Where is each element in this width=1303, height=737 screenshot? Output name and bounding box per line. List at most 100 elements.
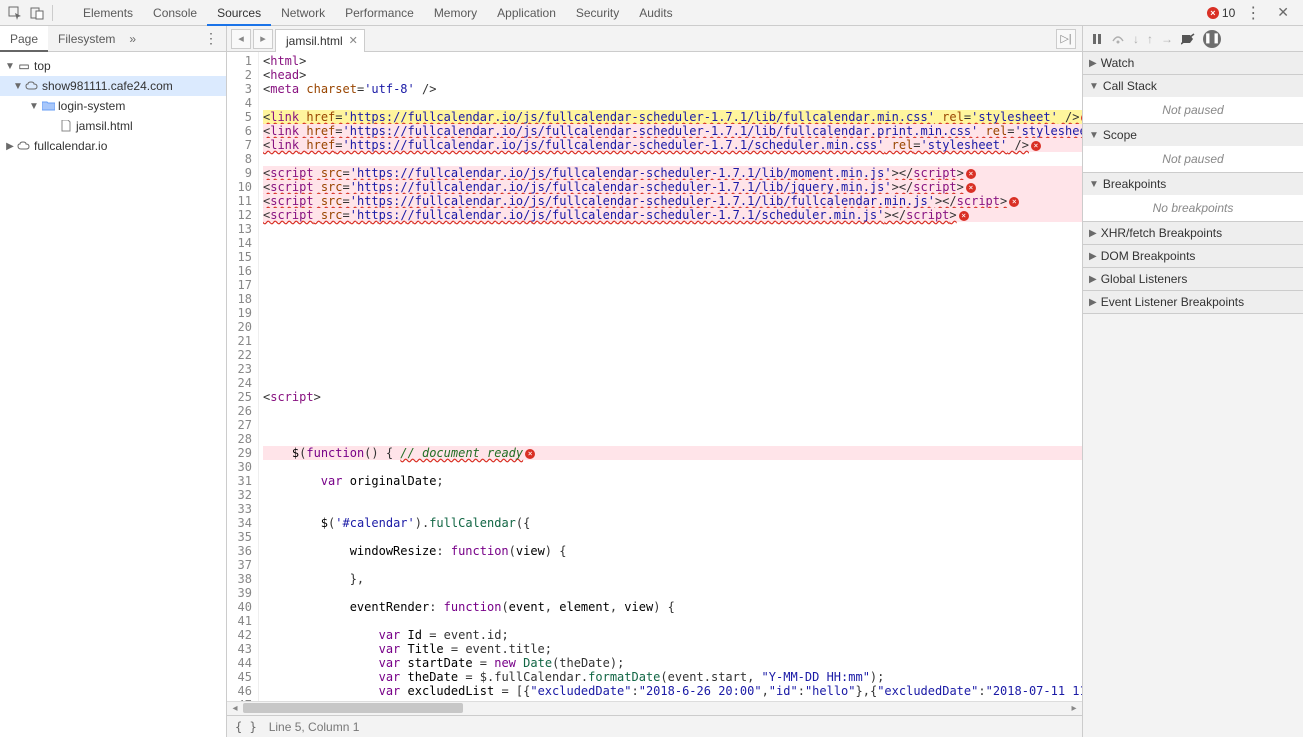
pretty-print-icon[interactable]: { }: [235, 720, 257, 734]
code-area[interactable]: <html><head><meta charset='utf-8' /> <li…: [259, 52, 1082, 701]
tab-elements[interactable]: Elements: [73, 0, 143, 26]
code-line[interactable]: [263, 96, 1082, 110]
code-line[interactable]: var startDate = new Date(theDate);: [263, 656, 1082, 670]
navigator-pane: Page Filesystem » ⋮ ▼▭top ▼show981111.ca…: [0, 26, 227, 737]
code-line[interactable]: [263, 530, 1082, 544]
code-line[interactable]: [263, 236, 1082, 250]
code-line[interactable]: [263, 558, 1082, 572]
error-count-badge[interactable]: × 10: [1207, 6, 1235, 20]
code-line[interactable]: [263, 502, 1082, 516]
tree-domain2[interactable]: ▶fullcalendar.io: [0, 136, 226, 156]
code-line[interactable]: [263, 334, 1082, 348]
file-tabs: ◂ ▸ jamsil.html ✕ ▷|: [227, 26, 1082, 52]
code-editor[interactable]: 1234567891011121314151617181920212223242…: [227, 52, 1082, 701]
run-snippet-icon[interactable]: ▷|: [1056, 29, 1076, 49]
tab-console[interactable]: Console: [143, 0, 207, 26]
code-line[interactable]: [263, 250, 1082, 264]
main-tabs: Elements Console Sources Network Perform…: [73, 0, 683, 26]
code-line[interactable]: [263, 320, 1082, 334]
file-tab-label: jamsil.html: [286, 34, 343, 48]
code-line[interactable]: [263, 264, 1082, 278]
code-line[interactable]: },: [263, 572, 1082, 586]
navigator-menu-icon[interactable]: ⋮: [196, 30, 226, 47]
tree-file[interactable]: jamsil.html: [0, 116, 226, 136]
scroll-track[interactable]: [243, 702, 1066, 715]
code-line[interactable]: [263, 404, 1082, 418]
more-tabs-icon[interactable]: »: [129, 32, 136, 46]
code-line[interactable]: [263, 292, 1082, 306]
code-line[interactable]: [263, 432, 1082, 446]
panel-breakpoints: ▼Breakpoints No breakpoints: [1083, 173, 1303, 222]
code-line[interactable]: <script src='https://fullcalendar.io/js/…: [263, 180, 1082, 194]
code-line[interactable]: <link href='https://fullcalendar.io/js/f…: [263, 138, 1082, 152]
device-icon[interactable]: [26, 2, 48, 24]
step-icon[interactable]: →: [1161, 32, 1173, 46]
code-line[interactable]: [263, 698, 1082, 701]
tab-audits[interactable]: Audits: [629, 0, 682, 26]
code-line[interactable]: $('#calendar').fullCalendar({: [263, 516, 1082, 530]
step-into-icon[interactable]: ↓: [1133, 32, 1139, 46]
code-line[interactable]: var Id = event.id;: [263, 628, 1082, 642]
code-line[interactable]: [263, 460, 1082, 474]
code-line[interactable]: <html>: [263, 54, 1082, 68]
tab-security[interactable]: Security: [566, 0, 629, 26]
code-line[interactable]: <link href='https://fullcalendar.io/js/f…: [263, 124, 1082, 138]
code-line[interactable]: eventRender: function(event, element, vi…: [263, 600, 1082, 614]
tab-filesystem[interactable]: Filesystem: [48, 26, 125, 52]
tree-domain[interactable]: ▼show981111.cafe24.com: [0, 76, 226, 96]
tree-top[interactable]: ▼▭top: [0, 56, 226, 76]
code-line[interactable]: [263, 278, 1082, 292]
cursor-position: Line 5, Column 1: [269, 720, 360, 734]
code-line[interactable]: [263, 586, 1082, 600]
pause-icon[interactable]: [1091, 33, 1103, 45]
code-line[interactable]: <script>: [263, 390, 1082, 404]
debug-toolbar: ↓ ↑ → ❚❚: [1083, 26, 1303, 52]
settings-menu-icon[interactable]: ⋮: [1239, 3, 1267, 23]
code-line[interactable]: [263, 418, 1082, 432]
nav-fwd-icon[interactable]: ▸: [253, 29, 273, 49]
tab-memory[interactable]: Memory: [424, 0, 487, 26]
scroll-right-icon[interactable]: ▸: [1066, 702, 1082, 715]
horizontal-scrollbar[interactable]: ◂ ▸: [227, 701, 1082, 715]
step-out-icon[interactable]: ↑: [1147, 32, 1153, 46]
deactivate-bp-icon[interactable]: [1181, 33, 1195, 45]
code-line[interactable]: var originalDate;: [263, 474, 1082, 488]
debugger-pane: ↓ ↑ → ❚❚ ▶Watch ▼Call Stack Not paused ▼…: [1083, 26, 1303, 737]
code-line[interactable]: <script src='https://fullcalendar.io/js/…: [263, 194, 1082, 208]
window-icon: ▭: [16, 59, 32, 73]
code-line[interactable]: var excludedList = [{"excludedDate":"201…: [263, 684, 1082, 698]
tab-network[interactable]: Network: [271, 0, 335, 26]
code-line[interactable]: var Title = event.title;: [263, 642, 1082, 656]
code-line[interactable]: <meta charset='utf-8' />: [263, 82, 1082, 96]
file-tab[interactable]: jamsil.html ✕: [275, 29, 365, 52]
tree-folder[interactable]: ▼login-system: [0, 96, 226, 116]
code-line[interactable]: <link href='https://fullcalendar.io/js/f…: [263, 110, 1082, 124]
code-line[interactable]: [263, 306, 1082, 320]
code-line[interactable]: [263, 348, 1082, 362]
nav-back-icon[interactable]: ◂: [231, 29, 251, 49]
code-line[interactable]: [263, 376, 1082, 390]
step-over-icon[interactable]: [1111, 33, 1125, 45]
tab-sources[interactable]: Sources: [207, 0, 271, 26]
code-line[interactable]: [263, 614, 1082, 628]
tab-application[interactable]: Application: [487, 0, 566, 26]
code-line[interactable]: [263, 362, 1082, 376]
code-line[interactable]: <head>: [263, 68, 1082, 82]
devtools-toolbar: Elements Console Sources Network Perform…: [0, 0, 1303, 26]
close-tab-icon[interactable]: ✕: [349, 34, 358, 47]
code-line[interactable]: var theDate = $.fullCalendar.formatDate(…: [263, 670, 1082, 684]
tab-page[interactable]: Page: [0, 26, 48, 52]
close-icon[interactable]: ✕: [1271, 4, 1295, 21]
code-line[interactable]: windowResize: function(view) {: [263, 544, 1082, 558]
code-line[interactable]: [263, 152, 1082, 166]
code-line[interactable]: [263, 222, 1082, 236]
pause-exceptions-icon[interactable]: ❚❚: [1203, 30, 1221, 48]
code-line[interactable]: [263, 488, 1082, 502]
tab-performance[interactable]: Performance: [335, 0, 424, 26]
scroll-thumb[interactable]: [243, 703, 463, 713]
code-line[interactable]: <script src='https://fullcalendar.io/js/…: [263, 208, 1082, 222]
code-line[interactable]: <script src='https://fullcalendar.io/js/…: [263, 166, 1082, 180]
code-line[interactable]: $(function() { // document ready×: [263, 446, 1082, 460]
scroll-left-icon[interactable]: ◂: [227, 702, 243, 715]
inspect-icon[interactable]: [4, 2, 26, 24]
